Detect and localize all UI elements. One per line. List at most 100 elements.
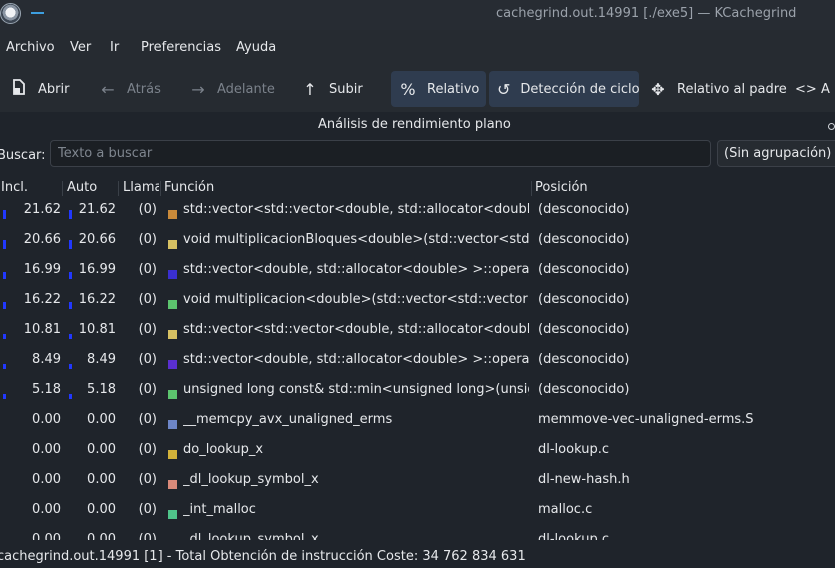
function-location: (desconocido): [538, 232, 630, 247]
incl-cost: 0.00: [32, 502, 61, 517]
back-button[interactable]: ← Atrás: [99, 71, 161, 107]
self-cost-bar: [69, 334, 72, 339]
flat-profile-dock-title: Análisis de rendimiento plano: [0, 112, 835, 138]
open-button[interactable]: Abrir: [10, 71, 69, 107]
call-count: (0): [138, 322, 157, 337]
function-location: (desconocido): [538, 352, 630, 367]
up-button[interactable]: ↑ Subir: [301, 71, 362, 107]
header-location[interactable]: Posición: [535, 180, 588, 195]
table-row[interactable]: 8.49 8.49 (0) std::vector<double, std::allo…: [0, 345, 835, 375]
move-arrows-icon: ✥: [651, 79, 665, 99]
dock-float-icon[interactable]: [828, 123, 835, 130]
call-count: (0): [138, 502, 157, 517]
cost-color-swatch: [168, 450, 177, 459]
function-name: std::vector<std::vector<double, std::all…: [183, 322, 529, 337]
status-text: cachegrind.out.14991 [1] - Total Obtenci…: [0, 549, 526, 564]
minimize-icon[interactable]: [31, 12, 44, 14]
call-count: (0): [138, 442, 157, 457]
incl-cost-bar: [3, 364, 6, 369]
cost-color-swatch: [168, 390, 177, 399]
self-cost: 0.00: [87, 502, 116, 517]
title-bar: cachegrind.out.14991 [./exe5] — KCachegr…: [0, 0, 835, 30]
incl-cost: 16.22: [23, 292, 61, 307]
kcachegrind-app-icon[interactable]: [0, 3, 21, 24]
self-cost: 16.22: [78, 292, 116, 307]
incl-cost-bar: [3, 240, 6, 249]
incl-cost-bar: [3, 394, 6, 399]
window-title: cachegrind.out.14991 [./exe5] — KCachegr…: [496, 6, 797, 21]
header-divider[interactable]: [62, 181, 63, 196]
header-divider[interactable]: [531, 181, 532, 196]
percent-icon: %: [400, 79, 416, 99]
arrow-up-icon: ↑: [303, 79, 317, 99]
incl-cost: 0.00: [32, 472, 61, 487]
function-name: do_lookup_x: [183, 442, 264, 457]
table-row[interactable]: 16.99 16.99 (0) std::vector<double, std::al…: [0, 255, 835, 285]
cost-color-swatch: [168, 210, 177, 219]
search-input[interactable]: [50, 140, 711, 167]
forward-button[interactable]: → Adelante: [189, 71, 275, 107]
table-row[interactable]: 20.66 20.66 (0) void multiplicacionBloques<…: [0, 225, 835, 255]
header-incl[interactable]: Incl.: [1, 180, 28, 195]
relative-toggle[interactable]: % Relativo: [391, 71, 486, 107]
menu-archivo[interactable]: Archivo: [6, 40, 55, 55]
panel-title: Análisis de rendimiento plano: [318, 117, 511, 132]
menu-ir[interactable]: Ir: [110, 40, 119, 55]
call-count: (0): [138, 292, 157, 307]
grouping-select[interactable]: (Sin agrupación)⌄: [717, 140, 835, 167]
function-location: (desconocido): [538, 322, 630, 337]
table-row[interactable]: 0.00 0.00 (0) _int_malloc malloc.c: [0, 495, 835, 525]
call-count: (0): [138, 352, 157, 367]
incl-cost: 16.99: [23, 262, 61, 277]
self-cost: 0.00: [87, 472, 116, 487]
call-count: (0): [138, 382, 157, 397]
incl-cost-bar: [3, 302, 6, 309]
function-name: std::vector<double, std::allocator<doubl…: [183, 352, 529, 367]
header-calls[interactable]: Llamadas: [123, 180, 159, 195]
self-cost-bar: [69, 394, 72, 399]
menu-preferencias[interactable]: Preferencias: [141, 40, 221, 55]
header-divider[interactable]: [118, 181, 119, 196]
incl-cost-bar: [3, 210, 6, 219]
self-cost-bar: [69, 240, 72, 249]
header-function[interactable]: Función: [164, 180, 214, 195]
incl-cost: 5.18: [32, 382, 61, 397]
incl-cost: 0.00: [32, 442, 61, 457]
function-name: void multiplicacionBloques<double>(std::…: [183, 232, 529, 247]
function-name: void multiplicacion<double>(std::vector<…: [183, 292, 529, 307]
self-cost: 0.00: [87, 412, 116, 427]
menu-ver[interactable]: Ver: [70, 40, 91, 55]
header-self[interactable]: Auto: [67, 180, 97, 195]
self-cost-bar: [69, 364, 72, 369]
self-cost-bar: [69, 210, 72, 219]
table-row[interactable]: 0.00 0.00 (0) do_lookup_x dl-lookup.c: [0, 435, 835, 465]
self-cost: 8.49: [87, 352, 116, 367]
table-row[interactable]: 21.62 21.62 (0) std::vector<std::vector<dou…: [0, 195, 835, 225]
table-row[interactable]: 0.00 0.00 (0) _dl_lookup_symbol_x dl-new-has…: [0, 465, 835, 495]
cycle-detection-toggle[interactable]: ↺ Detección de ciclo: [489, 71, 640, 107]
function-name: _int_malloc: [183, 502, 256, 517]
self-cost: 20.66: [78, 232, 116, 247]
call-count: (0): [138, 412, 157, 427]
relative-parent-button[interactable]: ✥ Relativo al padre: [649, 71, 786, 107]
table-row[interactable]: 10.81 10.81 (0) std::vector<std::vector<dou…: [0, 315, 835, 345]
cost-color-swatch: [168, 360, 177, 369]
code-brackets-icon: <>: [795, 81, 817, 97]
incl-cost: 10.81: [23, 322, 61, 337]
table-row[interactable]: 0.00 0.00 (0) _dl_lookup_symbol_x dl-lookup.…: [0, 525, 835, 540]
cost-color-swatch: [168, 510, 177, 519]
self-cost-bar: [69, 272, 72, 279]
table-row[interactable]: 0.00 0.00 (0) __memcpy_avx_unaligned_erms me…: [0, 405, 835, 435]
table-row[interactable]: 5.18 5.18 (0) unsigned long const& std::min…: [0, 375, 835, 405]
function-name: _dl_lookup_symbol_x: [183, 472, 319, 487]
incl-cost-bar: [3, 272, 6, 279]
table-row[interactable]: 16.22 16.22 (0) void multiplicacion<double>…: [0, 285, 835, 315]
header-divider[interactable]: [160, 181, 161, 196]
more-toolbar-button[interactable]: <> A: [795, 71, 830, 107]
open-file-icon: [10, 79, 28, 99]
function-name: std::vector<std::vector<double, std::all…: [183, 202, 529, 217]
call-count: (0): [138, 532, 157, 540]
cost-color-swatch: [168, 240, 177, 249]
menu-ayuda[interactable]: Ayuda: [236, 40, 276, 55]
search-row: Buscar: (Sin agrupación)⌄: [0, 138, 835, 172]
